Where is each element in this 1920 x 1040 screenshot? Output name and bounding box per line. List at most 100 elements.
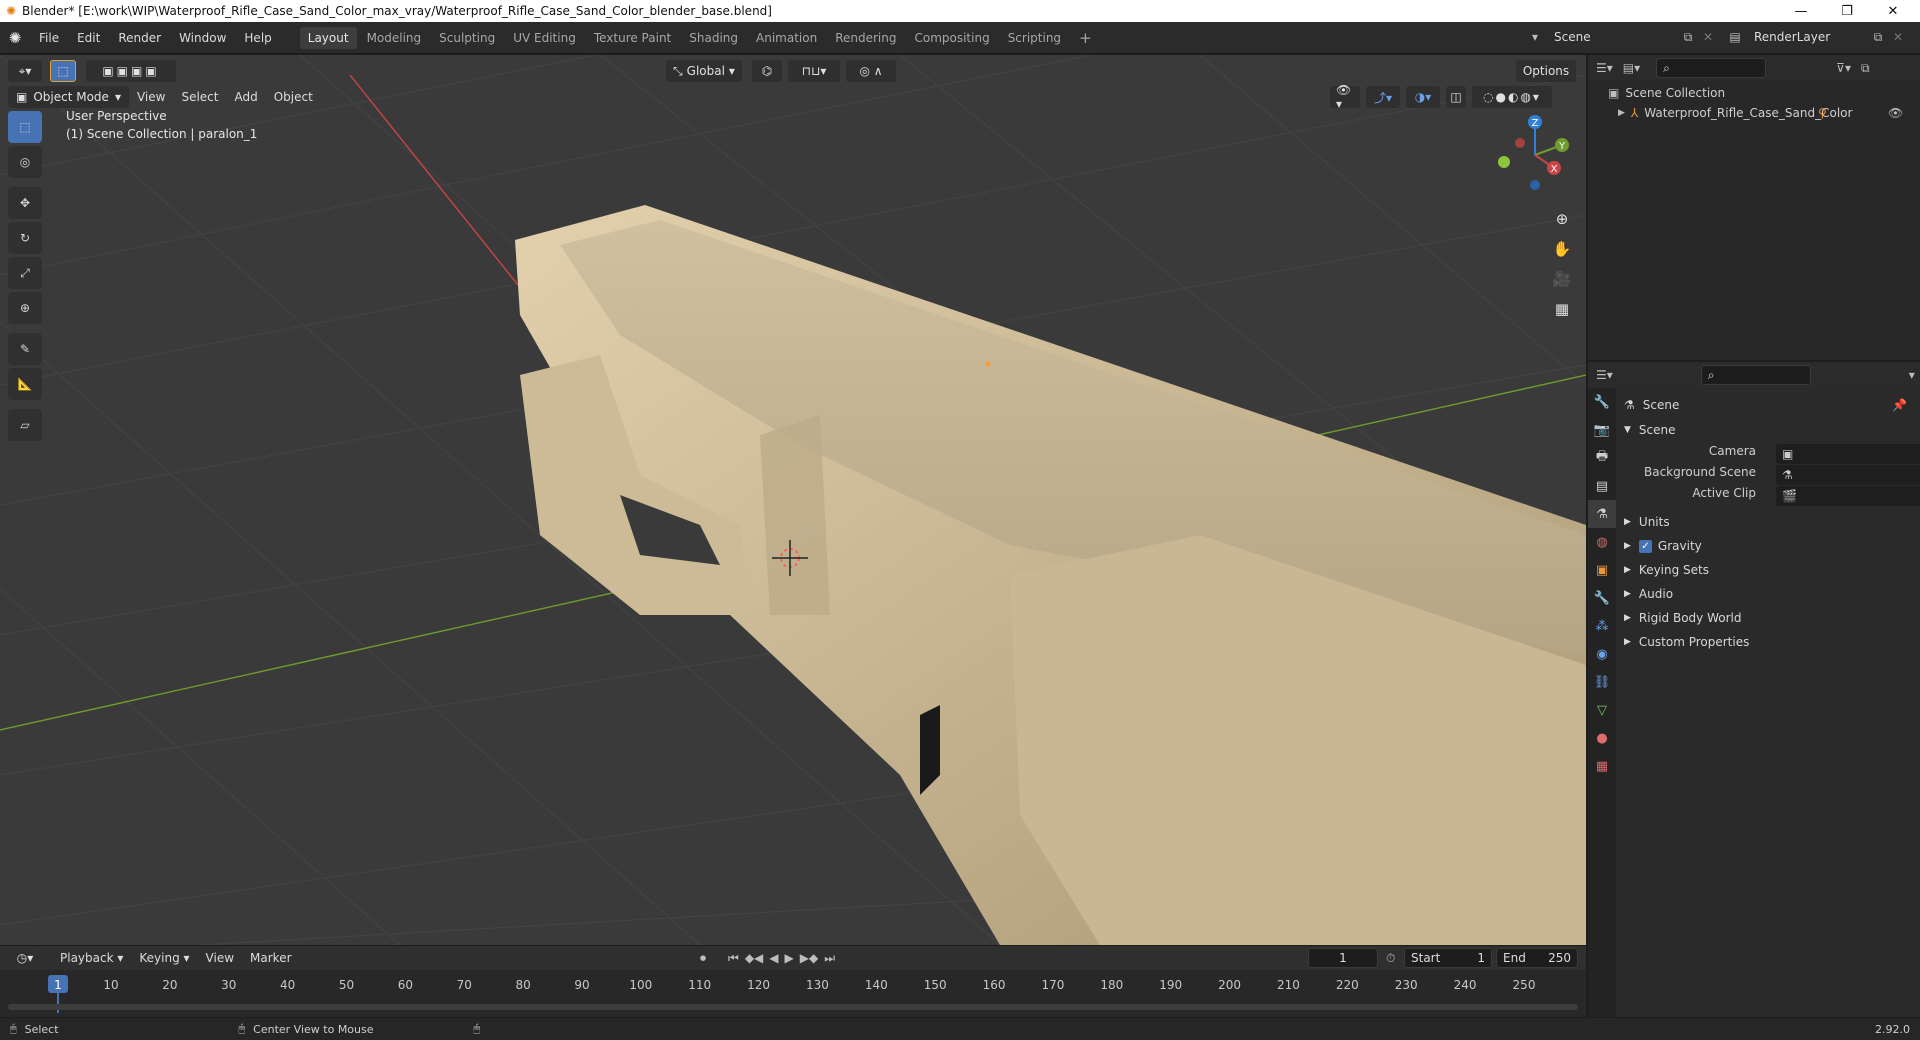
physics-tab-icon[interactable]: ◉ — [1588, 640, 1616, 668]
menu-edit[interactable]: Edit — [68, 22, 109, 54]
gravity-subpanel[interactable]: ▶ ✓ Gravity — [1624, 536, 1702, 556]
outliner-search-input[interactable]: ⌕ — [1656, 58, 1767, 78]
visibility-eye-icon[interactable]: 👁 — [1888, 106, 1903, 120]
outliner-editor-icon[interactable]: ☰▾ — [1596, 61, 1613, 75]
active-clip-field[interactable]: 🎬 — [1776, 486, 1920, 506]
play-reverse-icon[interactable]: ◀ — [769, 951, 778, 965]
viewport-menu-view[interactable]: View — [129, 90, 173, 104]
display-mode-icon[interactable]: ▤▾ — [1623, 61, 1640, 75]
background-scene-field[interactable]: ⚗ — [1776, 465, 1920, 485]
world-tab-icon[interactable]: ◍ — [1588, 528, 1616, 556]
measure-tool-icon[interactable]: 📐 — [8, 368, 42, 400]
menu-file[interactable]: File — [30, 22, 68, 54]
record-icon[interactable]: ⏺ — [700, 951, 706, 966]
viewport-menu-object[interactable]: Object — [266, 90, 321, 104]
gizmo-toggle-icon[interactable]: ⤴▾ — [1366, 86, 1400, 108]
new-scene-icon[interactable]: ⧉ — [1678, 30, 1698, 45]
menu-help[interactable]: Help — [235, 22, 280, 54]
restore-button[interactable]: ❐ — [1824, 0, 1870, 22]
particles-tab-icon[interactable]: ⁂ — [1588, 612, 1616, 640]
menu-render[interactable]: Render — [109, 22, 170, 54]
editor-type-icon[interactable]: ⌖▾ — [8, 60, 42, 82]
render-layer-icon[interactable]: ▤ — [1722, 30, 1748, 44]
timeline-menu-view[interactable]: View — [198, 951, 242, 965]
add-cube-tool-icon[interactable]: ▱ — [8, 409, 42, 441]
outliner-item-row[interactable]: ▶ ⅄ Waterproof_Rifle_Case_Sand_Color ⚲ 👁 — [1618, 106, 1914, 120]
delete-layer-icon[interactable]: ✕ — [1888, 30, 1908, 44]
filter-icon[interactable]: ⊽▾ — [1836, 61, 1851, 75]
snap-icon[interactable]: ⊓⊔▾ — [788, 60, 840, 82]
render-tab-icon[interactable]: 📷 — [1588, 416, 1616, 444]
new-collection-icon[interactable]: ⧉ — [1861, 61, 1870, 76]
viewport-menu-add[interactable]: Add — [226, 90, 265, 104]
shading-mode-icons[interactable]: ◌●◐◍▾ — [1472, 86, 1552, 108]
play-icon[interactable]: ▶ — [785, 951, 794, 965]
transform-tool-icon[interactable]: ⊕ — [8, 292, 42, 324]
custom-properties-subpanel[interactable]: ▶ Custom Properties — [1624, 632, 1749, 652]
prev-keyframe-icon[interactable]: ◆◀ — [745, 951, 763, 965]
minimize-button[interactable]: — — [1778, 0, 1824, 22]
object-tab-icon[interactable]: ▣ — [1588, 556, 1616, 584]
select-tool-icon[interactable]: ⬚ — [8, 111, 42, 143]
expand-arrow-icon[interactable]: ▶ — [1618, 108, 1625, 118]
3d-viewport[interactable]: ⌖▾ ⬚ ▣▣▣▣ ⤡ Global ▾ ⌬ ⊓⊔▾ ◎ ∧ Options ▣… — [0, 55, 1586, 945]
properties-editor-icon[interactable]: ☰▾ — [1596, 368, 1613, 382]
tab-shading[interactable]: Shading — [681, 27, 746, 49]
tab-rendering[interactable]: Rendering — [827, 27, 904, 49]
properties-search-input[interactable]: ⌕ — [1700, 365, 1811, 385]
outliner-root-row[interactable]: ▣ Scene Collection — [1608, 86, 1725, 100]
delete-scene-icon[interactable]: ✕ — [1698, 30, 1718, 44]
end-frame-field[interactable]: End 250 — [1496, 948, 1578, 968]
pivot-point-icon[interactable]: ⌬ — [752, 60, 782, 82]
scene-panel-header[interactable]: ▼ Scene — [1624, 420, 1676, 440]
gravity-checkbox[interactable]: ✓ — [1638, 539, 1652, 553]
current-frame-field[interactable]: 1 — [1308, 948, 1378, 968]
tab-uv-editing[interactable]: UV Editing — [505, 27, 584, 49]
tab-texture-paint[interactable]: Texture Paint — [586, 27, 679, 49]
chevron-down-icon[interactable]: ▾ — [1909, 368, 1915, 382]
timeline-menu-marker[interactable]: Marker — [242, 951, 299, 965]
ortho-grid-icon[interactable]: ▦ — [1548, 295, 1576, 323]
annotate-tool-icon[interactable]: ✎ — [8, 333, 42, 365]
camera-view-icon[interactable]: 🎥 — [1548, 265, 1576, 293]
render-layer-field[interactable]: RenderLayer — [1748, 27, 1868, 47]
rigid-body-world-subpanel[interactable]: ▶ Rigid Body World — [1624, 608, 1741, 628]
options-dropdown[interactable]: Options — [1516, 60, 1576, 82]
camera-field[interactable]: ▣✒ — [1776, 444, 1920, 464]
timeline-menu-playback[interactable]: Playback ▾ — [52, 951, 131, 965]
cursor-tool-icon[interactable]: ◎ — [8, 146, 42, 178]
xray-toggle-icon[interactable]: ◫ — [1446, 86, 1466, 108]
tab-layout[interactable]: Layout — [299, 26, 357, 49]
start-frame-field[interactable]: Start 1 — [1404, 948, 1492, 968]
viewport-menu-select[interactable]: Select — [173, 90, 226, 104]
overlays-toggle-icon[interactable]: ◑▾ — [1406, 86, 1440, 108]
scene-name-field[interactable]: Scene — [1548, 27, 1678, 47]
scene-tab-icon[interactable]: ⚗ — [1588, 500, 1616, 528]
transform-orientation-dropdown[interactable]: ⤡ Global ▾ — [666, 60, 742, 82]
tab-modeling[interactable]: Modeling — [359, 27, 430, 49]
stopwatch-icon[interactable]: ⏱ — [1386, 951, 1395, 966]
timeline-scrollbar[interactable] — [8, 1004, 1578, 1010]
audio-subpanel[interactable]: ▶ Audio — [1624, 584, 1673, 604]
output-tab-icon[interactable]: 🖶 — [1588, 444, 1616, 472]
jump-end-icon[interactable]: ⏭ — [824, 951, 835, 966]
zoom-icon[interactable]: ⊕ — [1548, 205, 1576, 233]
pin-icon[interactable]: 📌 — [1892, 398, 1907, 412]
tool-tab-icon[interactable]: 🔧 — [1588, 388, 1616, 416]
close-button[interactable]: ✕ — [1870, 0, 1916, 22]
view-layer-tab-icon[interactable]: ▤ — [1588, 472, 1616, 500]
scene-selector-icon[interactable]: ▾ — [1522, 30, 1548, 44]
data-tab-icon[interactable]: ▽ — [1588, 696, 1616, 724]
visibility-icon[interactable]: 👁▾ — [1330, 83, 1360, 111]
tab-compositing[interactable]: Compositing — [906, 27, 997, 49]
timeline-menu-keying[interactable]: Keying ▾ — [131, 951, 197, 965]
move-tool-icon[interactable]: ✥ — [8, 187, 42, 219]
timeline-editor-icon[interactable]: ◷▾ — [8, 947, 42, 969]
tab-scripting[interactable]: Scripting — [1000, 27, 1069, 49]
new-layer-icon[interactable]: ⧉ — [1868, 30, 1888, 45]
modifier-tab-icon[interactable]: 🔧 — [1588, 584, 1616, 612]
navigation-gizmo[interactable]: Z Y X — [1490, 110, 1580, 200]
tab-animation[interactable]: Animation — [748, 27, 825, 49]
jump-start-icon[interactable]: ⏮ — [728, 951, 739, 966]
timeline-editor[interactable]: ◷▾ Playback ▾ Keying ▾ View Marker ⏺ ⏮ ◆… — [0, 946, 1586, 1017]
